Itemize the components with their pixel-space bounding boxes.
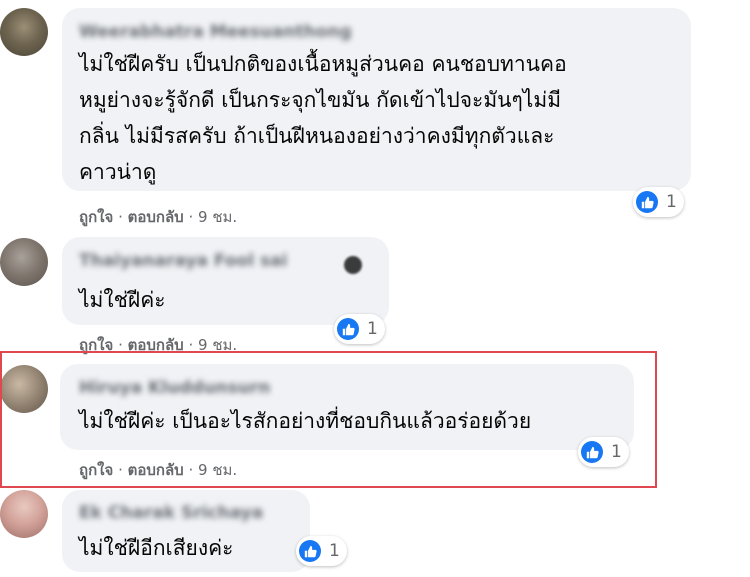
like-icon — [636, 191, 658, 213]
separator: · — [188, 208, 194, 226]
avatar[interactable] — [0, 490, 48, 538]
comment-actions: ถูกใจ · ตอบกลับ · 9 ชม. — [79, 205, 237, 229]
comment-text: ไม่ใช่ฝีครับ เป็นปกติของเนื้อหมูส่วนคอ ค… — [79, 52, 567, 184]
blurred-emoji-icon — [344, 256, 362, 274]
reaction-count: 1 — [367, 319, 378, 339]
reaction-badge[interactable]: 1 — [633, 187, 684, 217]
reply-link[interactable]: ตอบกลับ — [128, 208, 184, 226]
comment-text: ไม่ใช่ฝีค่ะ — [79, 288, 166, 312]
comment-author[interactable]: Weerabhatra Meesuanthong — [79, 22, 352, 42]
like-link[interactable]: ถูกใจ — [79, 208, 113, 226]
reaction-count: 1 — [666, 192, 677, 212]
avatar[interactable] — [0, 8, 48, 56]
reaction-badge[interactable]: 1 — [334, 314, 385, 344]
like-icon — [299, 540, 321, 562]
reaction-count: 1 — [329, 541, 340, 561]
separator: · — [118, 208, 123, 226]
like-icon — [337, 318, 359, 340]
reaction-badge[interactable]: 1 — [296, 536, 347, 566]
comment-author[interactable]: Ek Charak Srichaya — [79, 503, 263, 523]
highlight-box — [0, 351, 657, 488]
comment-text: ไม่ใช่ฝีอีกเสียงค่ะ — [79, 536, 234, 560]
comment-author[interactable]: Thaiyanaraya Fool sai — [79, 251, 287, 271]
avatar[interactable] — [0, 238, 48, 286]
timestamp[interactable]: 9 ชม. — [198, 208, 237, 226]
